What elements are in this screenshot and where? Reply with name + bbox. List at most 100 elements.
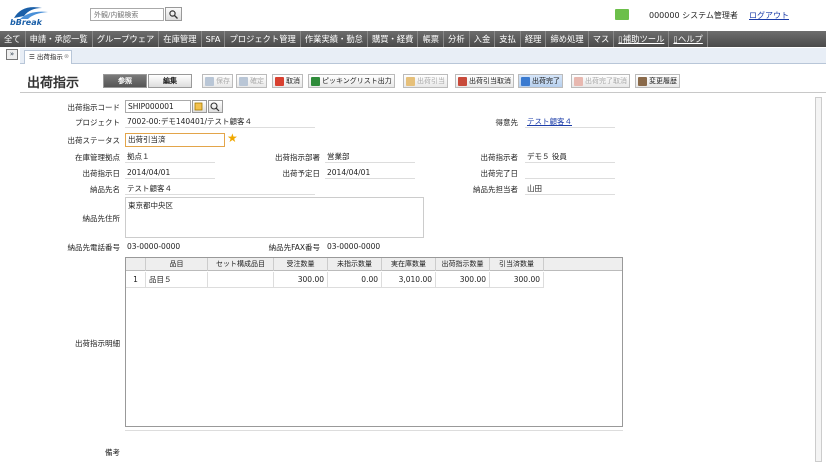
plan-label: 出荷予定日	[282, 169, 321, 178]
menu-item[interactable]: グループウェア	[93, 31, 160, 47]
dept-value: 営業部	[325, 151, 415, 163]
menu-item[interactable]: SFA	[202, 31, 226, 47]
view-mode-button[interactable]: 参照	[103, 74, 147, 88]
search-icon	[210, 102, 220, 112]
memo-field[interactable]	[125, 430, 623, 462]
row-ship[interactable]: 300.00	[436, 272, 490, 288]
tab-bar	[20, 48, 826, 64]
menu-item[interactable]: 経理	[521, 31, 547, 47]
deliv-value: テスト顧客４	[125, 183, 315, 195]
ship-complete-label: 出荷完了	[532, 77, 560, 85]
status-field[interactable]: 出荷引当済	[125, 133, 225, 147]
star-icon[interactable]: ★	[227, 131, 238, 145]
allocate-cancel-label: 出荷引当取消	[469, 77, 511, 85]
picking-list-label: ピッキングリスト出力	[322, 77, 392, 85]
grid-header-set: セット構成品目	[208, 258, 274, 271]
menu-item[interactable]: 支払	[495, 31, 521, 47]
vertical-scrollbar[interactable]	[815, 97, 822, 462]
person-value: デモ５ 役員	[525, 151, 615, 163]
page-title: 出荷指示	[27, 76, 80, 91]
deliv-label: 納品先名	[90, 185, 120, 194]
customer-link[interactable]: テスト顧客４	[525, 116, 615, 128]
grid-header-ship: 出荷指示数量	[436, 258, 490, 271]
menu-item[interactable]: マス	[589, 31, 615, 47]
code-lookup-button[interactable]	[192, 100, 207, 113]
base-label: 在庫管理拠点	[75, 153, 120, 162]
detail-label: 出荷指示明細	[75, 339, 120, 348]
mail-icon[interactable]	[615, 9, 629, 20]
code-label: 出荷指示コード	[67, 103, 121, 112]
project-value: 7002-00:デモ140401/テスト顧客４	[125, 116, 315, 128]
main-menu: 全て 申請・承認一覧 グループウェア 在庫管理 SFA プロジェクト管理 作業実…	[0, 31, 826, 47]
tab-label: 出荷指示	[36, 53, 63, 61]
excel-icon	[311, 77, 320, 86]
code-search-button[interactable]	[208, 100, 223, 113]
top-header: bBreak 000000 システム管理者 ログアウト	[0, 0, 826, 30]
row-stock[interactable]: 3,010.00	[382, 272, 436, 288]
menu-item[interactable]: 申請・承認一覧	[26, 31, 93, 47]
change-history-button[interactable]: 変更履歴	[635, 74, 680, 88]
menu-item[interactable]: 締め処理	[546, 31, 589, 47]
allocate-button[interactable]: 出荷引当	[403, 74, 448, 88]
history-icon	[638, 77, 647, 86]
sidebar-toggle-button[interactable]: »	[6, 49, 18, 60]
menu-item[interactable]: 全て	[0, 31, 26, 47]
ship-complete-cancel-button[interactable]: 出荷完了取消	[571, 74, 630, 88]
ship-complete-cancel-icon	[574, 77, 583, 86]
addr-label: 納品先住所	[82, 214, 121, 223]
row-set[interactable]	[208, 272, 274, 288]
row-order[interactable]: 300.00	[274, 272, 328, 288]
logo-text: bBreak	[10, 18, 42, 27]
allocate-cancel-icon	[458, 77, 467, 86]
menu-item-tools[interactable]: ▯補助ツール	[614, 31, 670, 47]
ship-complete-button[interactable]: 出荷完了	[518, 74, 563, 88]
date-value: 2014/04/01	[125, 167, 215, 179]
tab-shipping-order[interactable]: ☰ 出荷指示 ⊗	[24, 50, 72, 64]
allocate-icon	[406, 77, 415, 86]
logout-link[interactable]: ログアウト	[749, 10, 789, 21]
close-icon[interactable]: ⊗	[64, 51, 69, 63]
save-button[interactable]: 保存	[202, 74, 233, 88]
grid-header-alloc: 引当済数量	[490, 258, 544, 271]
grid-header-remain: 未指示数量	[328, 258, 382, 271]
code-field[interactable]: SHIP000001	[125, 100, 191, 113]
cancel-icon	[275, 77, 284, 86]
search-button[interactable]	[165, 7, 182, 21]
confirm-icon	[239, 77, 248, 86]
customer-label: 得意先	[495, 118, 519, 127]
search-input[interactable]	[90, 8, 164, 21]
confirm-button[interactable]: 確定	[236, 74, 267, 88]
deliv-person-label: 納品先担当者	[473, 185, 518, 194]
menu-item[interactable]: 帳票	[418, 31, 445, 47]
status-label: 出荷ステータス	[67, 136, 121, 145]
row-alloc[interactable]: 300.00	[490, 272, 544, 288]
grid-header-stock: 実在庫数量	[382, 258, 436, 271]
row-remain[interactable]: 0.00	[328, 272, 382, 288]
grid-header-item: 品目	[146, 258, 208, 271]
grid-header-no	[126, 258, 146, 271]
menu-item[interactable]: 分析	[444, 31, 470, 47]
menu-item[interactable]: 在庫管理	[159, 31, 202, 47]
address-field[interactable]: 東京都中央区	[125, 197, 424, 238]
confirm-label: 確定	[250, 77, 264, 85]
menu-item-help[interactable]: ▯ヘルプ	[669, 31, 708, 47]
menu-item[interactable]: プロジェクト管理	[225, 31, 301, 47]
memo-label: 備考	[105, 448, 120, 457]
picking-list-button[interactable]: ピッキングリスト出力	[308, 74, 395, 88]
cancel-button[interactable]: 取消	[272, 74, 303, 88]
dept-label: 出荷指示部署	[275, 153, 320, 162]
menu-item[interactable]: 購買・経費	[368, 31, 419, 47]
detail-grid: 品目 セット構成品目 受注数量 未指示数量 実在庫数量 出荷指示数量 引当済数量…	[125, 257, 623, 427]
base-value: 拠点１	[125, 151, 215, 163]
row-item[interactable]: 品目５	[146, 272, 208, 288]
date-label: 出荷指示日	[82, 169, 121, 178]
done-value	[525, 167, 615, 179]
menu-tools-label: 補助ツール	[622, 34, 665, 44]
cancel-label: 取消	[286, 77, 300, 85]
edit-mode-button[interactable]: 編集	[148, 74, 192, 88]
allocate-label: 出荷引当	[417, 77, 445, 85]
menu-help-label: ヘルプ	[677, 34, 703, 44]
menu-item[interactable]: 入金	[470, 31, 496, 47]
allocate-cancel-button[interactable]: 出荷引当取消	[455, 74, 514, 88]
menu-item[interactable]: 作業実績・勤怠	[301, 31, 368, 47]
